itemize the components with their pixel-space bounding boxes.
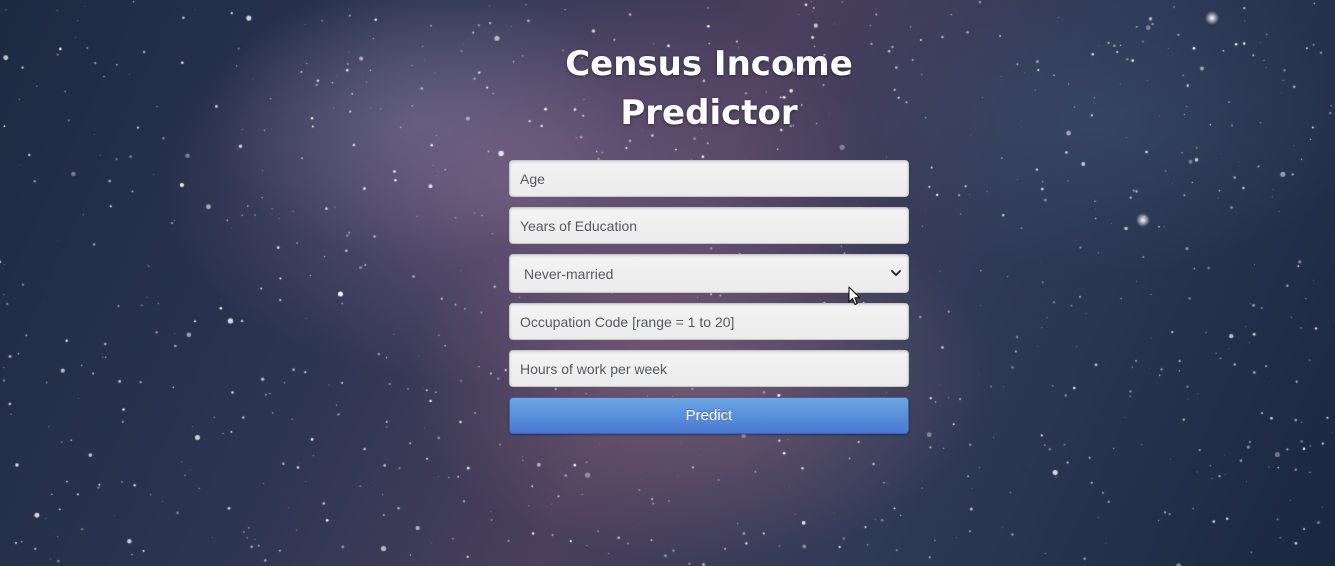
years-of-education-input[interactable] bbox=[509, 207, 909, 244]
hours-per-week-input[interactable] bbox=[509, 350, 909, 387]
marital-status-select[interactable]: Never-married bbox=[509, 254, 909, 293]
predictor-form: Never-married Predict bbox=[509, 160, 909, 434]
occupation-code-input[interactable] bbox=[509, 303, 909, 340]
page-title: Census Income Predictor bbox=[565, 44, 853, 133]
marital-status-select-wrapper: Never-married bbox=[509, 254, 909, 293]
predictor-form-container: Census Income Predictor Never-married Pr… bbox=[509, 40, 909, 434]
predict-button[interactable]: Predict bbox=[509, 397, 909, 434]
age-input[interactable] bbox=[509, 160, 909, 197]
